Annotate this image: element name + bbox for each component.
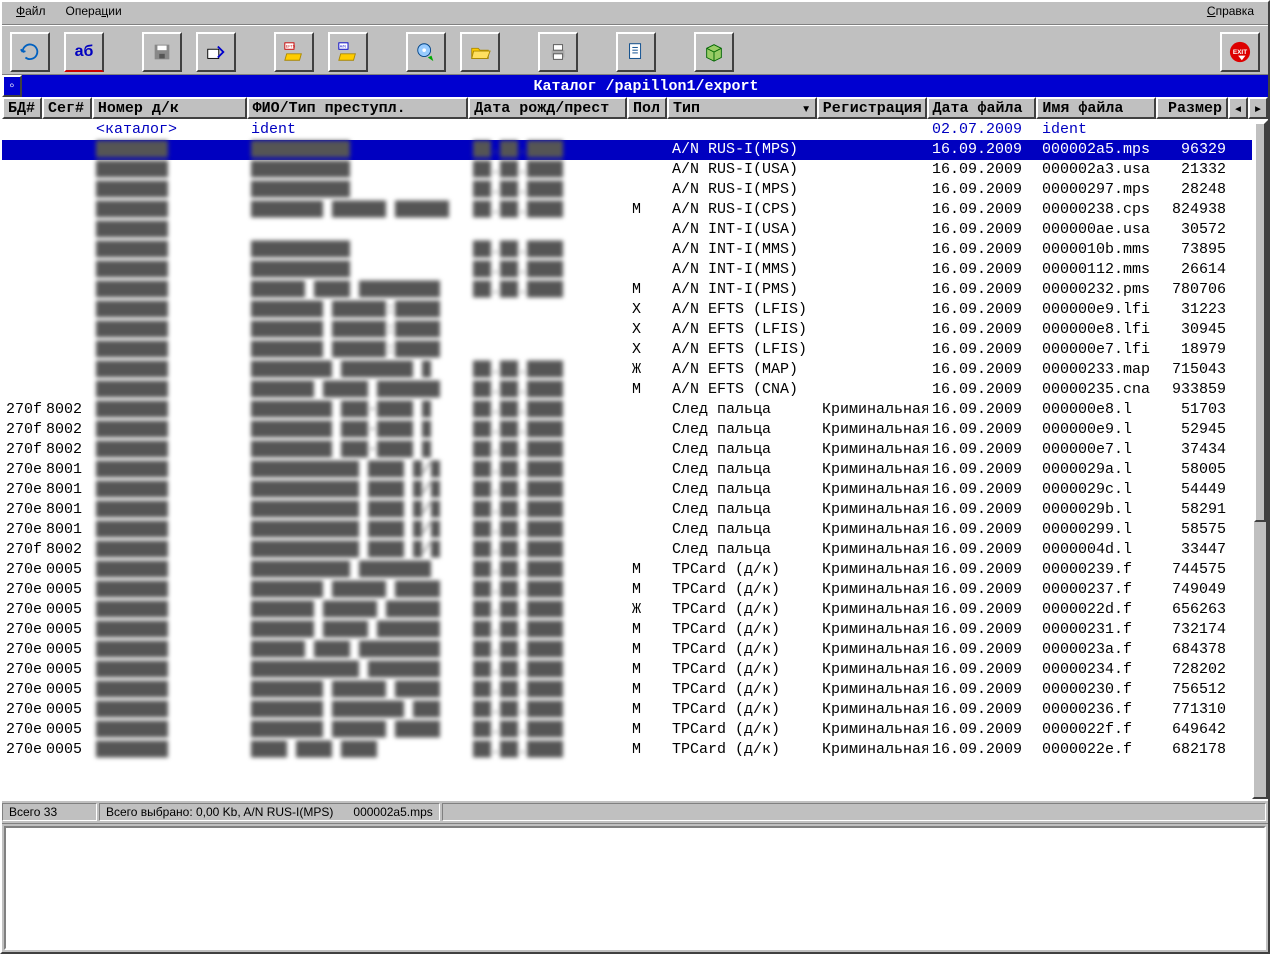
table-row[interactable]: 270e0005████████████████████ ██████████.…: [2, 660, 1252, 680]
table-row[interactable]: 270f8002█████████████████ ███-████ ███.█…: [2, 420, 1252, 440]
table-row[interactable]: 270e8001████████████████████ ████ █/███.…: [2, 480, 1252, 500]
efts-folder-button[interactable]: EFTS: [274, 32, 314, 72]
col-type[interactable]: Тип▾: [667, 97, 817, 119]
table-row[interactable]: 270e0005████████████████ ██████ ███████.…: [2, 580, 1252, 600]
col-seg[interactable]: Сег#: [42, 97, 92, 119]
path-text: Каталог /papillon1/export: [24, 78, 1268, 95]
col-reg[interactable]: Регистрация: [817, 97, 927, 119]
menu-operations[interactable]: Операции: [56, 2, 132, 24]
col-db[interactable]: БД#: [2, 97, 42, 119]
col-number[interactable]: Номер д/к: [92, 97, 247, 119]
col-size[interactable]: Размер: [1156, 97, 1228, 119]
svg-text:EXIT: EXIT: [1233, 49, 1247, 56]
col-filename[interactable]: Имя файла: [1036, 97, 1156, 119]
col-name[interactable]: ФИО/Тип преступл.: [247, 97, 469, 119]
table-row[interactable]: ████████████████ ██████ ████████.██.████…: [2, 200, 1252, 220]
col-date[interactable]: Дата рожд/прест: [468, 97, 627, 119]
main-window: Файл Операции Справка аб EFTS A/N EXIT ◦…: [0, 0, 1270, 954]
svg-text:EFTS: EFTS: [286, 44, 296, 48]
table-row[interactable]: ████████████████ ██████:█████ХA/N EFTS (…: [2, 320, 1252, 340]
table-row[interactable]: █████████████████████.██.████A/N RUS-I(M…: [2, 180, 1252, 200]
col-filedate[interactable]: Дата файла: [927, 97, 1037, 119]
file-list[interactable]: <каталог>ident02.07.2009ident███████████…: [2, 120, 1252, 799]
column-headers: БД# Сег# Номер д/к ФИО/Тип преступл. Дат…: [2, 97, 1268, 120]
preview-pane: [4, 826, 1266, 950]
table-row[interactable]: █████████████████████.██.████A/N RUS-I(M…: [2, 140, 1252, 160]
scrollbar-thumb[interactable]: [1254, 122, 1266, 522]
list-area: <каталог>ident02.07.2009ident███████████…: [2, 120, 1268, 799]
table-row[interactable]: ███████████████ █████ █████████.██.████М…: [2, 380, 1252, 400]
table-row[interactable]: 270e0005████████████ ████ ██████.██.████…: [2, 740, 1252, 760]
col-scroll-left[interactable]: ◂: [1228, 97, 1248, 119]
table-row[interactable]: 270f8002████████████████████ ████ █/███.…: [2, 540, 1252, 560]
refresh-button[interactable]: [10, 32, 50, 72]
table-row[interactable]: █████████████████████.██.████A/N INT-I(M…: [2, 240, 1252, 260]
table-row[interactable]: 270f8002█████████████████ ███-████ ███.█…: [2, 440, 1252, 460]
svg-text:A/N: A/N: [340, 44, 346, 48]
status-total: Всего 33: [2, 803, 97, 821]
table-row[interactable]: 270e8001████████████████████ ████ █/███.…: [2, 500, 1252, 520]
export-button[interactable]: [196, 32, 236, 72]
table-row[interactable]: ████████████████ ██████:█████ХA/N EFTS (…: [2, 340, 1252, 360]
table-row[interactable]: 270e0005████████████████ ██████ ███████.…: [2, 680, 1252, 700]
table-row[interactable]: █████████████████ ████████ ███.██.████ЖA…: [2, 360, 1252, 380]
an-folder-button[interactable]: A/N: [328, 32, 368, 72]
toolbar: аб EFTS A/N EXIT: [2, 25, 1268, 75]
package-button[interactable]: [694, 32, 734, 72]
print-button[interactable]: [538, 32, 578, 72]
table-row[interactable]: 270e0005███████████████ █████ █████████.…: [2, 620, 1252, 640]
table-row[interactable]: ████████████████ ██████:█████ХA/N EFTS (…: [2, 300, 1252, 320]
path-corner-button[interactable]: ◦: [2, 75, 22, 97]
table-row[interactable]: 270e0005██████████████ ████ ███████████.…: [2, 640, 1252, 660]
table-row[interactable]: ██████████████ ████ ███████████.██.████М…: [2, 280, 1252, 300]
vertical-scrollbar[interactable]: [1252, 120, 1268, 799]
table-row[interactable]: 270e0005███████████████████ ██████████.█…: [2, 560, 1252, 580]
exit-button[interactable]: EXIT: [1220, 32, 1260, 72]
status-selected: Всего выбрано: 0,00 Kb, A/N RUS-I(MPS) 0…: [99, 803, 440, 821]
open-folder-button[interactable]: [460, 32, 500, 72]
col-scroll-right[interactable]: ▸: [1248, 97, 1268, 119]
table-row[interactable]: 270e0005████████████████ ██████ ███████.…: [2, 720, 1252, 740]
menu-file[interactable]: Файл: [6, 2, 56, 24]
menubar: Файл Операции Справка: [2, 2, 1268, 25]
save-button[interactable]: [142, 32, 182, 72]
table-row[interactable]: 270e8001████████████████████ ████ █/███.…: [2, 460, 1252, 480]
table-row[interactable]: 270e0005████████████████ ████████ █████.…: [2, 700, 1252, 720]
path-bar: ◦ Каталог /papillon1/export: [2, 75, 1268, 97]
table-row[interactable]: 270e0005███████████████ ██████ ████████.…: [2, 600, 1252, 620]
table-row[interactable]: █████████████████████.██.████A/N INT-I(M…: [2, 260, 1252, 280]
table-row[interactable]: █████████████████████.██.████A/N RUS-I(U…: [2, 160, 1252, 180]
status-blank: [442, 803, 1266, 821]
burn-button[interactable]: [406, 32, 446, 72]
col-sex[interactable]: Пол: [627, 97, 667, 119]
report-button[interactable]: [616, 32, 656, 72]
status-bar: Всего 33 Всего выбрано: 0,00 Kb, A/N RUS…: [2, 799, 1268, 824]
table-row[interactable]: 270f8002█████████████████ ███-████ ███.█…: [2, 400, 1252, 420]
menu-help[interactable]: Справка: [1197, 2, 1264, 24]
table-row[interactable]: <каталог>ident02.07.2009ident: [2, 120, 1252, 140]
textmode-button[interactable]: аб: [64, 32, 104, 72]
table-row[interactable]: 270e8001████████████████████ ████ █/███.…: [2, 520, 1252, 540]
table-row[interactable]: ████████A/N INT-I(USA)16.09.2009000000ae…: [2, 220, 1252, 240]
